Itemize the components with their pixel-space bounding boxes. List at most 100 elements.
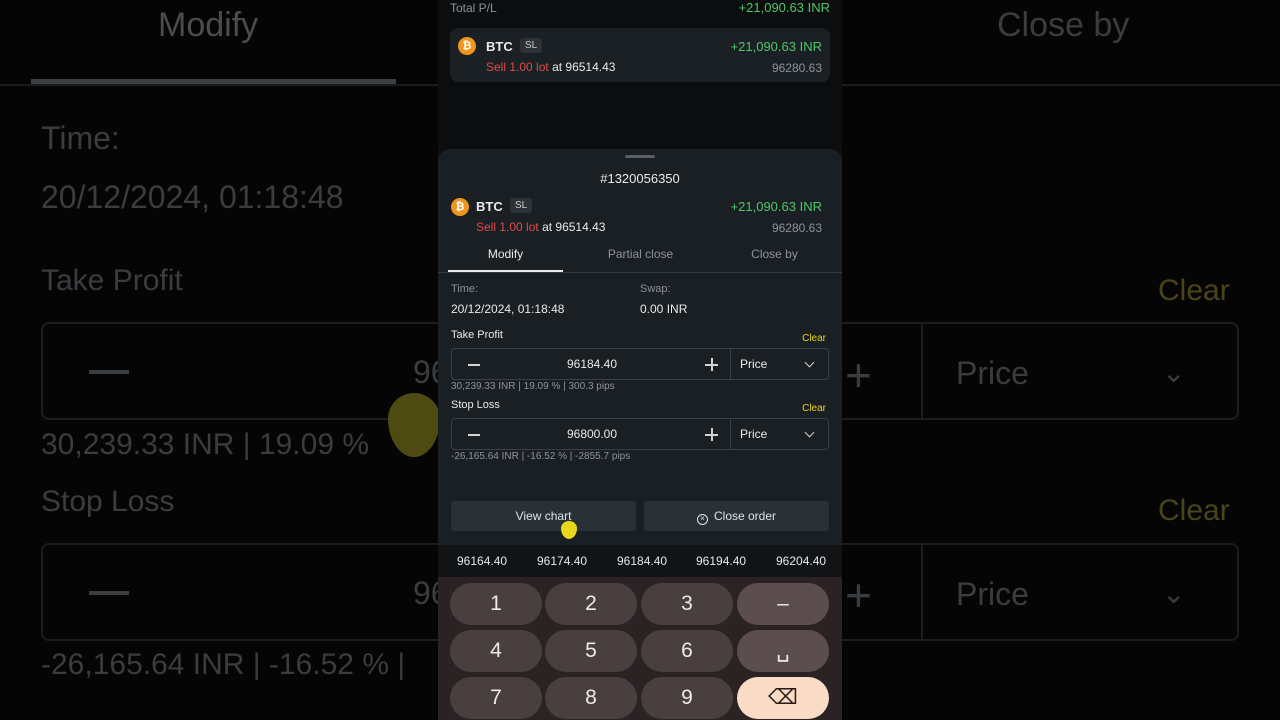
sheet-side-line: Sell 1.00 lot at 96514.43: [476, 220, 605, 234]
bg-tp-minus: [89, 370, 129, 374]
sheet-symbol: BTC: [476, 199, 503, 214]
stop-loss-label: Stop Loss: [451, 399, 500, 411]
active-tab-indicator: [448, 270, 563, 272]
suggestion-chip[interactable]: 96174.40: [537, 554, 587, 568]
minus-icon[interactable]: [468, 364, 480, 366]
key-1[interactable]: 1: [450, 583, 542, 625]
total-pl-value: +21,090.63 INR: [738, 0, 830, 15]
tab-modify[interactable]: Modify: [448, 247, 563, 261]
time-value: 20/12/2024, 01:18:48: [451, 302, 565, 316]
screen: Modify Close by Time: 20/12/2024, 01:18:…: [0, 0, 1280, 720]
suggestion-chip[interactable]: 96184.40: [617, 554, 667, 568]
key-minus[interactable]: –: [737, 583, 829, 625]
suggestion-chip[interactable]: 96204.40: [776, 554, 826, 568]
sheet-pl: +21,090.63 INR: [730, 199, 822, 214]
position-symbol: BTC: [486, 39, 513, 54]
key-5[interactable]: 5: [545, 630, 637, 672]
numeric-keyboard: 1 2 3 – 4 5 6 ␣ 7 8 9 ⌫: [438, 577, 842, 720]
key-9[interactable]: 9: [641, 677, 733, 719]
close-circle-icon: ×: [696, 514, 708, 525]
view-chart-button[interactable]: View chart: [451, 501, 636, 531]
tabs-divider: [438, 272, 842, 273]
key-4[interactable]: 4: [450, 630, 542, 672]
stop-loss-stats: -26,165.64 INR | -16.52 % | -2855.7 pips: [451, 451, 631, 462]
chevron-down-icon[interactable]: [804, 357, 815, 368]
bg-tp-stats: 30,239.33 INR | 19.09 %: [41, 428, 370, 461]
tab-close-by[interactable]: Close by: [717, 247, 832, 261]
view-chart-label: View chart: [515, 509, 572, 523]
field-divider: [730, 349, 731, 379]
bg-cursor-handle: [388, 393, 440, 457]
backspace-icon[interactable]: ⌫: [737, 677, 829, 719]
phone-screen: Total P/L +21,090.63 INR ₿ BTC SL +21,09…: [438, 0, 842, 720]
bg-sl-divider: [921, 545, 923, 639]
bg-tp-plus: +: [845, 349, 872, 401]
sheet-side: Sell 1.00 lot: [476, 220, 539, 234]
take-profit-stats: 30,239.33 INR | 19.09 % | 300.3 pips: [451, 381, 615, 392]
position-open-price: at 96514.43: [552, 60, 616, 74]
bg-sl-plus: +: [845, 569, 872, 621]
bg-tp-clear: Clear: [1158, 274, 1230, 307]
time-label: Time:: [451, 283, 479, 295]
sl-badge: SL: [510, 198, 533, 213]
key-6[interactable]: 6: [641, 630, 733, 672]
position-side-line: Sell 1.00 lot at 96514.43: [486, 60, 615, 74]
bg-sl-price: Price: [956, 576, 1029, 612]
plus-icon[interactable]: [705, 358, 718, 371]
take-profit-clear-button[interactable]: Clear: [802, 333, 826, 344]
close-order-label: Close order: [713, 509, 777, 523]
bg-tab-active-bar: [31, 79, 396, 84]
bg-sl-chevron: ⌄: [1162, 578, 1186, 609]
bg-tp-price: Price: [956, 355, 1029, 391]
bg-tp-chevron: ⌄: [1162, 357, 1186, 388]
suggestion-chip[interactable]: 96164.40: [457, 554, 507, 568]
plus-icon[interactable]: [705, 428, 718, 441]
total-pl-label: Total P/L: [450, 1, 497, 15]
position-side: Sell 1.00 lot: [486, 60, 549, 74]
space-key-icon[interactable]: ␣: [737, 630, 829, 672]
bg-tab-modify: Modify: [158, 6, 259, 44]
stop-loss-mode-select[interactable]: Price: [740, 427, 767, 441]
position-current-price: 96280.63: [771, 61, 822, 75]
key-2[interactable]: 2: [545, 583, 637, 625]
bitcoin-icon: ₿: [458, 37, 476, 55]
key-7[interactable]: 7: [450, 677, 542, 719]
tab-partial-close[interactable]: Partial close: [583, 247, 698, 261]
bg-sl-clear: Clear: [1158, 494, 1230, 527]
swap-value: 0.00 INR: [640, 302, 688, 316]
keyboard-suggestion-bar: 96164.40 96174.40 96184.40 96194.40 9620…: [438, 545, 842, 577]
order-id: #1320056350: [600, 171, 680, 186]
swap-label: Swap:: [640, 283, 671, 295]
bg-sl-minus: [89, 591, 129, 595]
sheet-open-price: at 96514.43: [542, 220, 606, 234]
bg-tab-close-by: Close by: [997, 6, 1130, 44]
bg-stop-loss-label: Stop Loss: [41, 485, 175, 518]
key-8[interactable]: 8: [545, 677, 637, 719]
chevron-down-icon[interactable]: [804, 427, 815, 438]
sheet-current-price: 96280.63: [771, 221, 822, 235]
drag-handle[interactable]: [625, 155, 655, 158]
positions-list: Total P/L +21,090.63 INR ₿ BTC SL +21,09…: [438, 0, 842, 150]
sl-badge: SL: [520, 38, 543, 53]
take-profit-field: 96184.40 Price: [451, 348, 829, 380]
take-profit-mode-select[interactable]: Price: [740, 357, 767, 371]
close-order-button[interactable]: × Close order: [644, 501, 829, 531]
order-sheet: #1320056350 ₿ BTC SL +21,090.63 INR Sell…: [438, 149, 842, 579]
suggestion-chip[interactable]: 96194.40: [696, 554, 746, 568]
bg-time-label: Time:: [41, 120, 120, 156]
key-3[interactable]: 3: [641, 583, 733, 625]
stop-loss-clear-button[interactable]: Clear: [802, 403, 826, 414]
stop-loss-input[interactable]: 96800.00: [492, 427, 692, 441]
text-cursor-handle[interactable]: [561, 521, 577, 539]
bg-take-profit-label: Take Profit: [41, 264, 183, 297]
stop-loss-field: 96800.00 Price: [451, 418, 829, 450]
position-card[interactable]: ₿ BTC SL +21,090.63 INR Sell 1.00 lot at…: [450, 28, 830, 82]
bg-sl-stats: -26,165.64 INR | -16.52 % |: [41, 648, 406, 681]
take-profit-input[interactable]: 96184.40: [492, 357, 692, 371]
bitcoin-icon: ₿: [451, 198, 469, 216]
take-profit-label: Take Profit: [451, 329, 503, 341]
minus-icon[interactable]: [468, 434, 480, 436]
field-divider: [730, 419, 731, 449]
bg-time-value: 20/12/2024, 01:18:48: [41, 179, 344, 215]
bg-tp-divider: [921, 324, 923, 418]
